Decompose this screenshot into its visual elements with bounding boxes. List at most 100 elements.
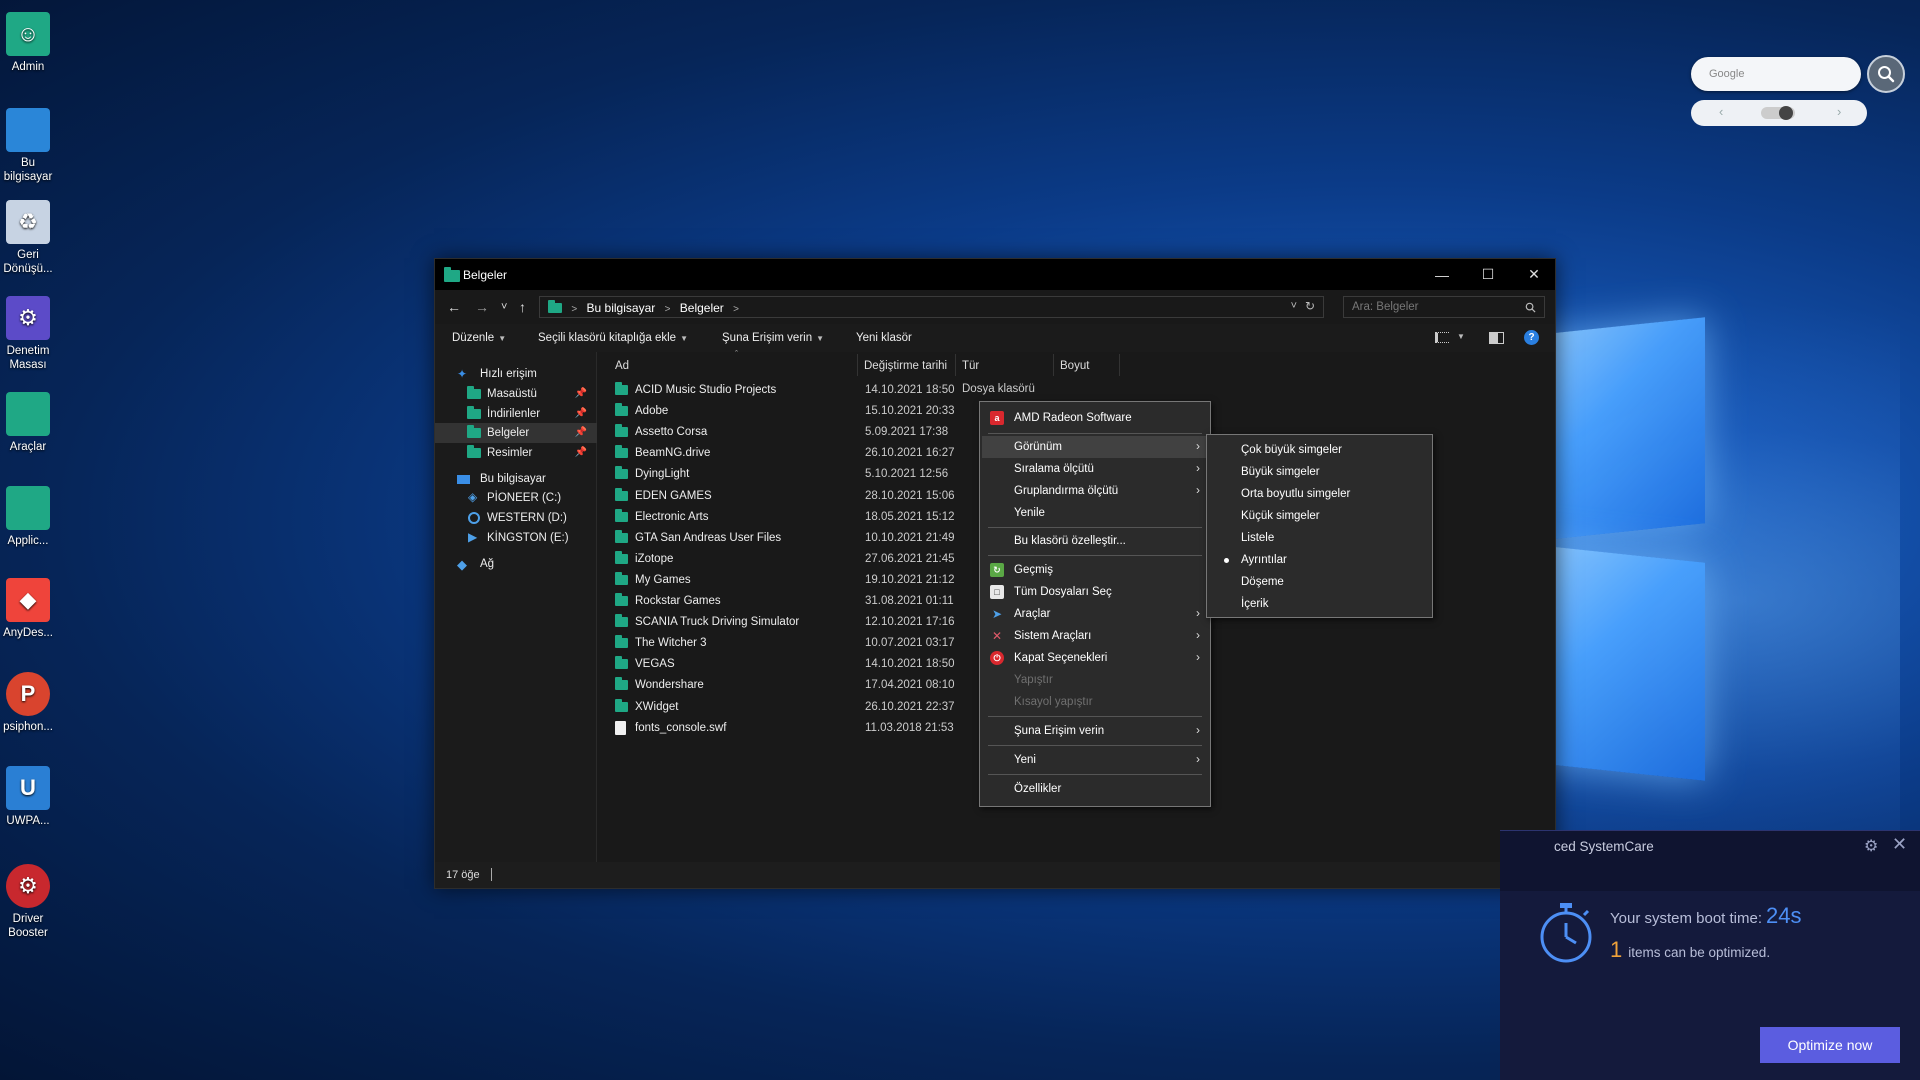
widget-toggle[interactable]	[1761, 106, 1795, 120]
view-option[interactable]: Büyük simgeler	[1209, 461, 1430, 483]
desktop-icon-this-pc[interactable]: Bu bilgisayar	[0, 108, 56, 184]
desktop-icon-admin[interactable]: ☺ Admin	[0, 12, 56, 74]
file-row[interactable]: The Witcher 3 10.07.2021 03:17	[598, 633, 998, 654]
view-option[interactable]: Ayrıntılar	[1209, 549, 1430, 571]
column-separator[interactable]	[857, 354, 858, 376]
file-row[interactable]: Wondershare 17.04.2021 08:10	[598, 675, 998, 696]
column-separator[interactable]	[1119, 354, 1120, 376]
address-dropdown-icon[interactable]: ˅	[1291, 300, 1297, 312]
nav-this-pc[interactable]: Bu bilgisayar	[435, 469, 597, 489]
nav-drive-c[interactable]: ◈ PİONEER (C:)	[435, 488, 597, 508]
file-row[interactable]: fonts_console.swf 11.03.2018 21:53	[598, 718, 998, 739]
view-options-icon[interactable]	[1435, 332, 1449, 343]
nav-desktop[interactable]: Masaüstü 📌	[435, 384, 597, 404]
maximize-button[interactable]: ☐	[1465, 259, 1511, 290]
optimize-now-button[interactable]: Optimize now	[1760, 1027, 1900, 1063]
menu-item-group-by[interactable]: Gruplandırma ölçütü ›	[982, 480, 1208, 502]
file-row[interactable]: Assetto Corsa 5.09.2021 17:38	[598, 422, 998, 443]
nav-pictures[interactable]: Resimler 📌	[435, 443, 597, 463]
file-row[interactable]: XWidget 26.10.2021 22:37	[598, 697, 998, 718]
menu-item-amd[interactable]: a AMD Radeon Software	[982, 407, 1208, 429]
view-option[interactable]: Çok büyük simgeler	[1209, 439, 1430, 461]
folder-icon	[615, 508, 628, 522]
recent-locations-button[interactable]: ˅	[501, 301, 507, 313]
refresh-icon[interactable]: ↻	[1305, 299, 1315, 313]
menu-item-history[interactable]: ↻ Geçmiş	[982, 559, 1208, 581]
context-menu: a AMD Radeon Software Görünüm › Sıralama…	[979, 401, 1211, 807]
column-separator[interactable]	[1053, 354, 1054, 376]
column-header-modified[interactable]: Değiştirme tarihi	[864, 352, 947, 378]
menu-item-system-tools[interactable]: ✕ Sistem Araçları ›	[982, 625, 1208, 647]
column-separator[interactable]	[955, 354, 956, 376]
file-row[interactable]: Electronic Arts 18.05.2021 15:12	[598, 507, 998, 528]
view-option[interactable]: Döşeme	[1209, 571, 1430, 593]
column-header-name[interactable]: Ad	[615, 352, 629, 378]
address-bar[interactable]: > Bu bilgisayar > Belgeler > ˅ ↻	[539, 296, 1324, 318]
desktop-icon-applications-folder[interactable]: Applic...	[0, 486, 56, 548]
organize-menu[interactable]: Düzenle ▼	[452, 332, 506, 344]
file-row[interactable]: GTA San Andreas User Files 10.10.2021 21:…	[598, 528, 998, 549]
widget-prev-button[interactable]: ‹	[1719, 104, 1723, 119]
close-icon[interactable]: ✕	[1892, 834, 1907, 855]
view-option[interactable]: Küçük simgeler	[1209, 505, 1430, 527]
menu-item-view[interactable]: Görünüm ›	[982, 436, 1208, 458]
google-search-input[interactable]: Google	[1691, 57, 1861, 91]
breadcrumb-this-pc[interactable]: Bu bilgisayar	[587, 301, 656, 315]
nav-documents[interactable]: Belgeler 📌	[435, 423, 597, 443]
file-row[interactable]: VEGAS 14.10.2021 18:50	[598, 654, 998, 675]
file-row[interactable]: DyingLight 5.10.2021 12:56	[598, 464, 998, 485]
desktop-icon-tools-folder[interactable]: Araçlar	[0, 392, 56, 454]
close-button[interactable]: ✕	[1511, 259, 1557, 290]
search-icon[interactable]	[1867, 55, 1905, 93]
nav-downloads[interactable]: İndirilenler 📌	[435, 404, 597, 424]
widget-next-button[interactable]: ›	[1837, 104, 1841, 119]
menu-item-customize[interactable]: Bu klasörü özelleştir...	[982, 530, 1208, 552]
view-option[interactable]: Listele	[1209, 527, 1430, 549]
menu-item-properties[interactable]: Özellikler	[982, 778, 1208, 800]
breadcrumb-documents[interactable]: Belgeler	[680, 301, 724, 315]
desktop-icon-driver-booster[interactable]: ⚙ Driver Booster	[0, 864, 56, 940]
minimize-button[interactable]: —	[1419, 259, 1465, 290]
new-folder-button[interactable]: Yeni klasör	[856, 332, 912, 344]
menu-item-shutdown-options[interactable]: ⏻ Kapat Seçenekleri ›	[982, 647, 1208, 669]
menu-item-share-with[interactable]: Şuna Erişim verin ›	[982, 720, 1208, 742]
view-option[interactable]: İçerik	[1209, 593, 1430, 615]
menu-item-new[interactable]: Yeni ›	[982, 749, 1208, 771]
file-row[interactable]: Adobe 15.10.2021 20:33	[598, 401, 998, 422]
chevron-down-icon[interactable]: ▼	[1457, 332, 1465, 341]
menu-item-tools[interactable]: ➤ Araçlar ›	[982, 603, 1208, 625]
menu-item-refresh[interactable]: Yenile	[982, 502, 1208, 524]
menu-item-sort-by[interactable]: Sıralama ölçütü ›	[982, 458, 1208, 480]
file-row[interactable]: iZotope 27.06.2021 21:45	[598, 549, 998, 570]
share-with-menu[interactable]: Şuna Erişim verin ▼	[722, 332, 824, 344]
desktop-icon-anydesk[interactable]: ◆ AnyDes...	[0, 578, 56, 640]
back-button[interactable]: ←	[447, 299, 461, 315]
column-header-type[interactable]: Tür	[962, 352, 979, 378]
add-to-library-menu[interactable]: Seçili klasörü kitaplığa ekle ▼	[538, 332, 688, 344]
forward-button[interactable]: →	[475, 299, 489, 315]
file-row[interactable]: EDEN GAMES 28.10.2021 15:06	[598, 486, 998, 507]
preview-pane-icon[interactable]	[1489, 332, 1504, 344]
desktop-icon-control-panel[interactable]: ⚙ Denetim Masası	[0, 296, 56, 372]
nav-quick-access[interactable]: ✦ Hızlı erişim	[435, 364, 597, 384]
file-modified-date: 5.09.2021 17:38	[865, 426, 949, 439]
desktop-icon-recycle-bin[interactable]: ♻ Geri Dönüşü...	[0, 200, 56, 276]
file-row[interactable]: ACID Music Studio Projects 14.10.2021 18:…	[598, 380, 998, 401]
file-row[interactable]: SCANIA Truck Driving Simulator 12.10.2021…	[598, 612, 998, 633]
menu-item-select-all[interactable]: □ Tüm Dosyaları Seç	[982, 581, 1208, 603]
nav-drive-e[interactable]: ▶ KİNGSTON (E:)	[435, 528, 597, 548]
column-header-size[interactable]: Boyut	[1060, 352, 1089, 378]
nav-network[interactable]: ◆ Ağ	[435, 554, 597, 574]
desktop-icon-psiphon[interactable]: Ppsiphon...	[0, 672, 56, 734]
help-icon[interactable]: ?	[1524, 330, 1539, 345]
up-button[interactable]: ↑	[519, 299, 526, 315]
nav-drive-d[interactable]: WESTERN (D:)	[435, 508, 597, 528]
folder-icon	[615, 571, 628, 585]
search-input[interactable]: Ara: Belgeler	[1343, 296, 1545, 318]
file-row[interactable]: Rockstar Games 31.08.2021 01:11	[598, 591, 998, 612]
view-option[interactable]: Orta boyutlu simgeler	[1209, 483, 1430, 505]
file-row[interactable]: My Games 19.10.2021 21:12	[598, 570, 998, 591]
desktop-icon-uwpa[interactable]: U UWPA...	[0, 766, 56, 828]
file-row[interactable]: BeamNG.drive 26.10.2021 16:27	[598, 443, 998, 464]
gear-icon[interactable]: ⚙	[1864, 836, 1878, 856]
